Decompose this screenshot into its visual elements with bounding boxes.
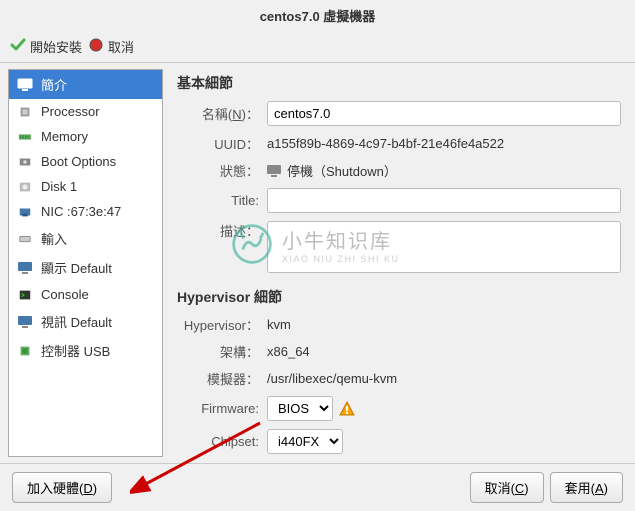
boot-icon bbox=[17, 155, 33, 169]
sidebar-item-boot[interactable]: Boot Options bbox=[9, 149, 162, 174]
main-panel: 基本細節 名稱(N)： UUID： a155f89b-4869-4c97-b4b… bbox=[163, 63, 635, 463]
chipset-label: Chipset: bbox=[177, 434, 267, 449]
cancel-toolbar-button[interactable]: 取消 bbox=[88, 37, 134, 56]
name-input[interactable] bbox=[267, 101, 621, 126]
sidebar-item-label: 顯示 Default bbox=[41, 258, 112, 277]
sidebar-item-disk1[interactable]: Disk 1 bbox=[9, 174, 162, 199]
hypervisor-section-title: Hypervisor 細節 bbox=[177, 287, 621, 307]
sidebar-item-usb[interactable]: 控制器 USB bbox=[9, 336, 162, 365]
chipset-select[interactable]: i440FX bbox=[267, 429, 343, 454]
sidebar: 簡介 Processor Memory Boot Options Disk 1 … bbox=[8, 69, 163, 457]
title-label: Title: bbox=[177, 193, 267, 208]
hv-value: kvm bbox=[267, 317, 621, 332]
arch-value: x86_64 bbox=[267, 344, 621, 359]
desc-textarea[interactable] bbox=[267, 221, 621, 273]
record-icon bbox=[88, 37, 104, 56]
sidebar-item-overview[interactable]: 簡介 bbox=[9, 70, 162, 99]
sidebar-item-label: 視訊 Default bbox=[41, 312, 112, 331]
desc-label: 描述： bbox=[177, 221, 267, 240]
footer: 加入硬體(D) 取消(C) 套用(A) bbox=[0, 463, 635, 511]
fw-label: Firmware: bbox=[177, 401, 267, 416]
display-icon bbox=[17, 261, 33, 275]
console-icon bbox=[17, 288, 33, 302]
start-install-label: 開始安裝 bbox=[30, 37, 82, 56]
sidebar-item-processor[interactable]: Processor bbox=[9, 99, 162, 124]
sidebar-item-label: 控制器 USB bbox=[41, 341, 110, 360]
emu-label: 模擬器： bbox=[177, 369, 267, 388]
sidebar-item-memory[interactable]: Memory bbox=[9, 124, 162, 149]
sidebar-item-video[interactable]: 視訊 Default bbox=[9, 307, 162, 336]
sidebar-item-input[interactable]: 輸入 bbox=[9, 224, 162, 253]
input-icon bbox=[17, 232, 33, 246]
hv-label: Hypervisor： bbox=[177, 315, 267, 334]
cancel-toolbar-label: 取消 bbox=[108, 37, 134, 56]
emu-value: /usr/libexec/qemu-kvm bbox=[267, 371, 621, 386]
sidebar-item-display[interactable]: 顯示 Default bbox=[9, 253, 162, 282]
cpu-icon bbox=[17, 105, 33, 119]
uuid-label: UUID： bbox=[177, 134, 267, 153]
video-icon bbox=[17, 315, 33, 329]
arch-label: 架構： bbox=[177, 342, 267, 361]
check-icon bbox=[10, 37, 26, 56]
basic-section-title: 基本細節 bbox=[177, 73, 621, 93]
usb-icon bbox=[17, 344, 33, 358]
state-value: 停機（Shutdown） bbox=[287, 161, 397, 180]
apply-button[interactable]: 套用(A) bbox=[550, 472, 623, 503]
sidebar-item-nic[interactable]: NIC :67:3e:47 bbox=[9, 199, 162, 224]
cancel-button[interactable]: 取消(C) bbox=[470, 472, 544, 503]
sidebar-item-label: NIC :67:3e:47 bbox=[41, 204, 121, 219]
fw-select[interactable]: BIOS bbox=[267, 396, 333, 421]
shutdown-icon bbox=[267, 165, 281, 177]
sidebar-item-label: Processor bbox=[41, 104, 100, 119]
window-title: centos7.0 虛擬機器 bbox=[0, 0, 635, 31]
sidebar-item-label: 輸入 bbox=[41, 229, 67, 248]
sidebar-item-label: Disk 1 bbox=[41, 179, 77, 194]
start-install-button[interactable]: 開始安裝 bbox=[10, 37, 82, 56]
nic-icon bbox=[17, 205, 33, 219]
name-label: 名稱(N)： bbox=[177, 104, 267, 123]
disk-icon bbox=[17, 180, 33, 194]
state-label: 狀態： bbox=[177, 161, 267, 180]
monitor-icon bbox=[17, 78, 33, 92]
sidebar-item-console[interactable]: Console bbox=[9, 282, 162, 307]
warning-icon bbox=[339, 401, 355, 417]
uuid-value: a155f89b-4869-4c97-b4bf-21e46fe4a522 bbox=[267, 136, 621, 151]
toolbar: 開始安裝 取消 bbox=[0, 31, 635, 63]
sidebar-item-label: Boot Options bbox=[41, 154, 116, 169]
memory-icon bbox=[17, 130, 33, 144]
sidebar-item-label: Console bbox=[41, 287, 89, 302]
sidebar-item-label: 簡介 bbox=[41, 75, 67, 94]
add-hardware-button[interactable]: 加入硬體(D) bbox=[12, 472, 112, 503]
sidebar-item-label: Memory bbox=[41, 129, 88, 144]
title-input[interactable] bbox=[267, 188, 621, 213]
